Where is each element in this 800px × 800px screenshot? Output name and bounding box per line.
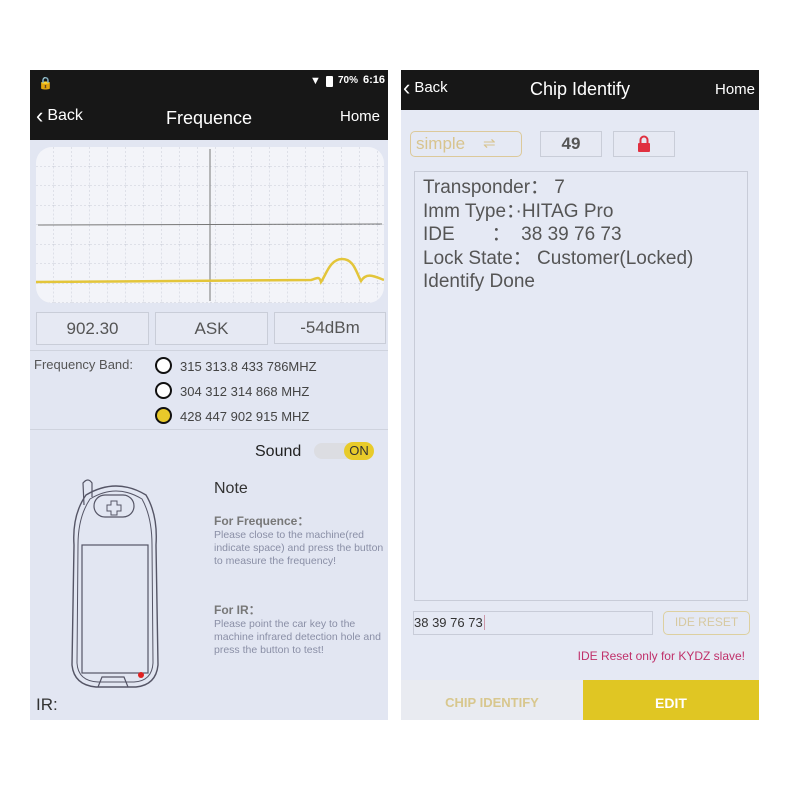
ide-reset-button[interactable]: IDE RESET	[663, 611, 750, 635]
home-button[interactable]: Home	[715, 81, 755, 98]
count-display: 49	[540, 131, 602, 157]
swap-icon: ⇌	[483, 135, 496, 152]
ide-input-value: 38 39 76 73	[414, 615, 483, 630]
ir-label: IR:	[36, 695, 58, 714]
page-title: Frequence	[165, 108, 253, 128]
ide-reset-warning: IDE Reset only for KYDZ slave!	[577, 649, 745, 663]
sound-toggle-state: ON	[344, 442, 374, 460]
frequence-note-heading: For Frequence：	[214, 514, 310, 528]
divider	[30, 429, 388, 430]
header-bar: 🔒 ▼ 70% 6:16 ‹ Back Frequence Home	[30, 70, 388, 140]
band-label-1: 315 313.8 433 786MHZ	[180, 359, 317, 374]
lock-icon: 🔒	[38, 76, 53, 90]
note-title: Note	[214, 480, 248, 497]
band-radio-3[interactable]	[155, 407, 172, 424]
ide-input[interactable]: 38 39 76 73	[413, 611, 653, 635]
frequency-readout: 902.30	[36, 312, 149, 345]
chip-identify-screen: ‹ Back Chip Identify Home simple ⇌ 49 Tra…	[401, 70, 759, 720]
lock-button[interactable]	[613, 131, 675, 157]
battery-level: 70%	[338, 75, 359, 86]
ide-line: IDE ： 38 39 76 73	[423, 224, 622, 245]
frequence-note-text: Please close to the machine(red indicate…	[214, 529, 384, 567]
band-radio-2[interactable]	[155, 382, 172, 399]
clock: 6:16	[363, 74, 386, 86]
status-line: Identify Done	[423, 271, 535, 292]
mode-selector[interactable]: simple ⇌	[410, 131, 522, 157]
unlock-button-icon	[93, 494, 135, 518]
tab-chip-identify[interactable]: CHIP IDENTIFY	[401, 680, 583, 720]
transponder-line: Transponder： 7	[423, 177, 565, 198]
band-label-2: 304 312 314 868 MHZ	[180, 384, 310, 399]
ir-note-heading: For IR：	[214, 603, 261, 617]
battery-icon	[326, 76, 333, 87]
header-bar: ‹ Back Chip Identify Home	[401, 70, 759, 110]
sound-label: Sound	[255, 443, 302, 460]
modulation-readout: ASK	[155, 312, 268, 345]
lock-icon	[638, 135, 650, 152]
frequency-band-label: Frequency Band:	[34, 357, 134, 372]
home-button[interactable]: Home	[340, 108, 380, 125]
band-radio-1[interactable]	[155, 357, 172, 374]
sound-toggle[interactable]: ON	[314, 442, 374, 460]
imm-type-line: Imm Type：·HITAG Pro	[423, 200, 614, 222]
ir-indicator-dot	[138, 672, 144, 678]
divider	[30, 350, 388, 351]
tab-edit[interactable]: EDIT	[583, 680, 759, 720]
signal-strength-readout: -54dBm	[274, 312, 386, 344]
mode-value: simple	[416, 134, 466, 153]
lock-state-line: Lock State： Customer(Locked)	[423, 247, 694, 269]
wifi-icon: ▼	[310, 75, 321, 87]
frequence-screen: 🔒 ▼ 70% 6:16 ‹ Back Frequence Home 902.30…	[30, 70, 388, 720]
page-title: Chip Identify	[529, 79, 631, 99]
ir-note-text: Please point the car key to the machine …	[214, 618, 381, 656]
frequency-waveform	[36, 147, 384, 303]
band-label-3: 428 447 902 915 MHZ	[180, 409, 310, 424]
car-key-illustration	[71, 479, 159, 688]
identify-result-panel: Transponder： 7 Imm Type：·HITAG Pro IDE ：…	[414, 171, 748, 601]
